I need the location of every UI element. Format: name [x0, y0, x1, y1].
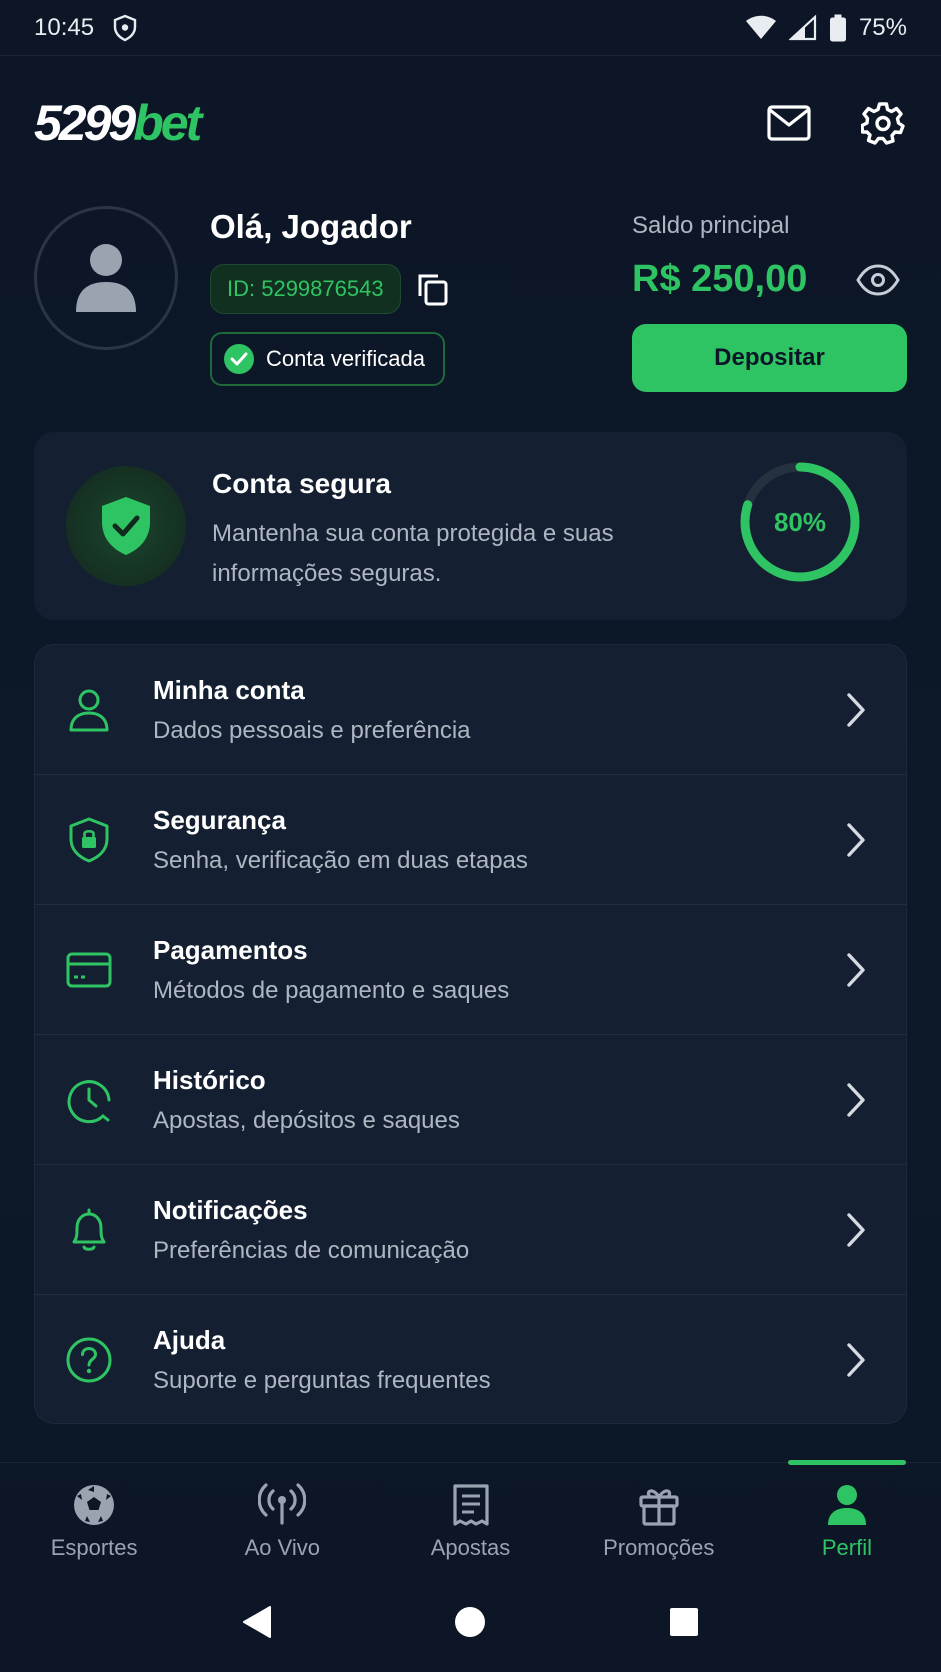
card-icon: [66, 952, 112, 988]
menu-item-pagamentos[interactable]: Pagamentos Métodos de pagamento e saques: [35, 905, 906, 1035]
balance-value: R$ 250,00: [632, 258, 808, 300]
active-tab-indicator: [787, 1460, 906, 1465]
soccer-ball-icon: [74, 1485, 115, 1525]
menu-item-minha-conta[interactable]: Minha conta Dados pessoais e preferência: [35, 645, 906, 775]
menu-item-title: Segurança: [153, 805, 286, 835]
gear-icon: [861, 102, 905, 145]
nav-label: Apostas: [430, 1535, 511, 1560]
mail-icon: [767, 105, 811, 141]
logo-brand: bet: [133, 95, 202, 151]
menu-item-subtitle: Suporte e perguntas frequentes: [153, 1367, 491, 1394]
menu-item-subtitle: Senha, verificação em duas etapas: [153, 847, 528, 874]
greeting: Olá, Jogador: [210, 208, 412, 245]
system-navigation: [0, 1572, 941, 1672]
menu-item-ajuda[interactable]: Ajuda Suporte e perguntas frequentes: [35, 1295, 906, 1423]
avatar[interactable]: [34, 206, 178, 350]
battery-percent: 75%: [858, 13, 907, 41]
menu-item-seguranca[interactable]: Segurança Senha, verificação em duas eta…: [35, 775, 906, 905]
balance-label: Saldo principal: [632, 212, 790, 239]
user-id-chip: ID: 5299876543: [210, 264, 401, 314]
settings-button[interactable]: [859, 99, 907, 147]
verified-badge: Conta verificada: [210, 332, 445, 386]
menu-item-subtitle: Dados pessoais e preferência: [153, 717, 471, 744]
chevron-right-icon: [847, 693, 865, 727]
system-recents-button[interactable]: [664, 1602, 704, 1642]
status-time: 10:45: [34, 13, 95, 41]
menu-item-subtitle: Preferências de comunicação: [153, 1237, 470, 1264]
settings-menu: Minha conta Dados pessoais e preferência…: [34, 644, 907, 1424]
profile-icon: [827, 1485, 866, 1525]
recents-square-icon: [670, 1608, 699, 1636]
bottom-navigation: Esportes Ao Vivo Apostas Promoções Perfi…: [0, 1460, 941, 1572]
menu-item-historico[interactable]: Histórico Apostas, depósitos e saques: [35, 1035, 906, 1165]
user-avatar-icon: [76, 244, 136, 312]
verified-label: Conta verificada: [266, 346, 425, 371]
copy-icon: [418, 274, 448, 306]
shield-lock-icon: [69, 817, 109, 863]
app-header: 5299bet: [34, 84, 907, 162]
nav-ao-vivo[interactable]: Ao Vivo: [188, 1463, 376, 1572]
deposit-button[interactable]: Depositar: [632, 324, 907, 392]
status-right: 75%: [745, 14, 907, 42]
shield-icon: [113, 14, 137, 41]
wifi-icon: [745, 15, 776, 39]
history-icon: [67, 1080, 111, 1124]
logo[interactable]: 5299bet: [34, 94, 202, 152]
home-circle-icon: [455, 1607, 486, 1637]
chevron-right-icon: [847, 823, 865, 857]
profile-screen: 10:45 75% 5299bet Olá, Jogador ID: 52998…: [0, 0, 941, 1672]
nav-label: Perfil: [821, 1535, 872, 1560]
menu-item-title: Notificações: [153, 1195, 308, 1225]
chevron-right-icon: [847, 1213, 865, 1247]
menu-item-notificacoes[interactable]: Notificações Preferências de comunicação: [35, 1165, 906, 1295]
menu-item-title: Pagamentos: [153, 935, 308, 965]
logo-number: 5299: [34, 95, 136, 151]
menu-item-title: Ajuda: [153, 1325, 226, 1355]
help-icon: [66, 1337, 112, 1383]
nav-promocoes[interactable]: Promoções: [565, 1463, 753, 1572]
shield-check-icon: [102, 497, 150, 555]
security-card[interactable]: Conta segura Mantenha sua conta protegid…: [34, 432, 907, 620]
security-progress-label: 80%: [773, 506, 827, 537]
security-shield: [66, 466, 186, 586]
gift-icon: [639, 1489, 679, 1526]
bell-icon: [72, 1208, 106, 1251]
status-bar: 10:45 75%: [0, 0, 941, 56]
menu-item-subtitle: Apostas, depósitos e saques: [153, 1107, 460, 1134]
nav-label: Promoções: [603, 1535, 715, 1560]
toggle-balance-button[interactable]: [856, 260, 904, 300]
nav-apostas[interactable]: Apostas: [376, 1463, 564, 1572]
menu-item-subtitle: Métodos de pagamento e saques: [153, 977, 510, 1004]
header-actions: [765, 99, 907, 147]
chevron-right-icon: [847, 1083, 865, 1117]
menu-item-title: Histórico: [153, 1065, 266, 1095]
eye-icon: [856, 264, 900, 296]
menu-item-title: Minha conta: [153, 675, 305, 705]
nav-esportes[interactable]: Esportes: [0, 1463, 188, 1572]
live-broadcast-icon: [258, 1483, 307, 1525]
bet-slip-icon: [452, 1484, 489, 1526]
check-icon: [224, 344, 254, 374]
messages-button[interactable]: [765, 99, 813, 147]
back-triangle-icon: [242, 1606, 271, 1638]
system-back-button[interactable]: [237, 1602, 277, 1642]
nav-label: Ao Vivo: [244, 1535, 321, 1560]
nav-label: Esportes: [50, 1535, 138, 1560]
chevron-right-icon: [847, 1343, 865, 1377]
system-home-button[interactable]: [450, 1602, 490, 1642]
security-title: Conta segura: [212, 468, 391, 499]
nav-perfil[interactable]: Perfil: [753, 1460, 941, 1572]
chevron-right-icon: [847, 953, 865, 987]
battery-icon: [829, 14, 846, 41]
user-icon: [69, 689, 109, 732]
security-description: Mantenha sua conta protegida e suas info…: [212, 520, 614, 587]
signal-icon: [788, 14, 817, 40]
copy-id-button[interactable]: [416, 272, 450, 306]
